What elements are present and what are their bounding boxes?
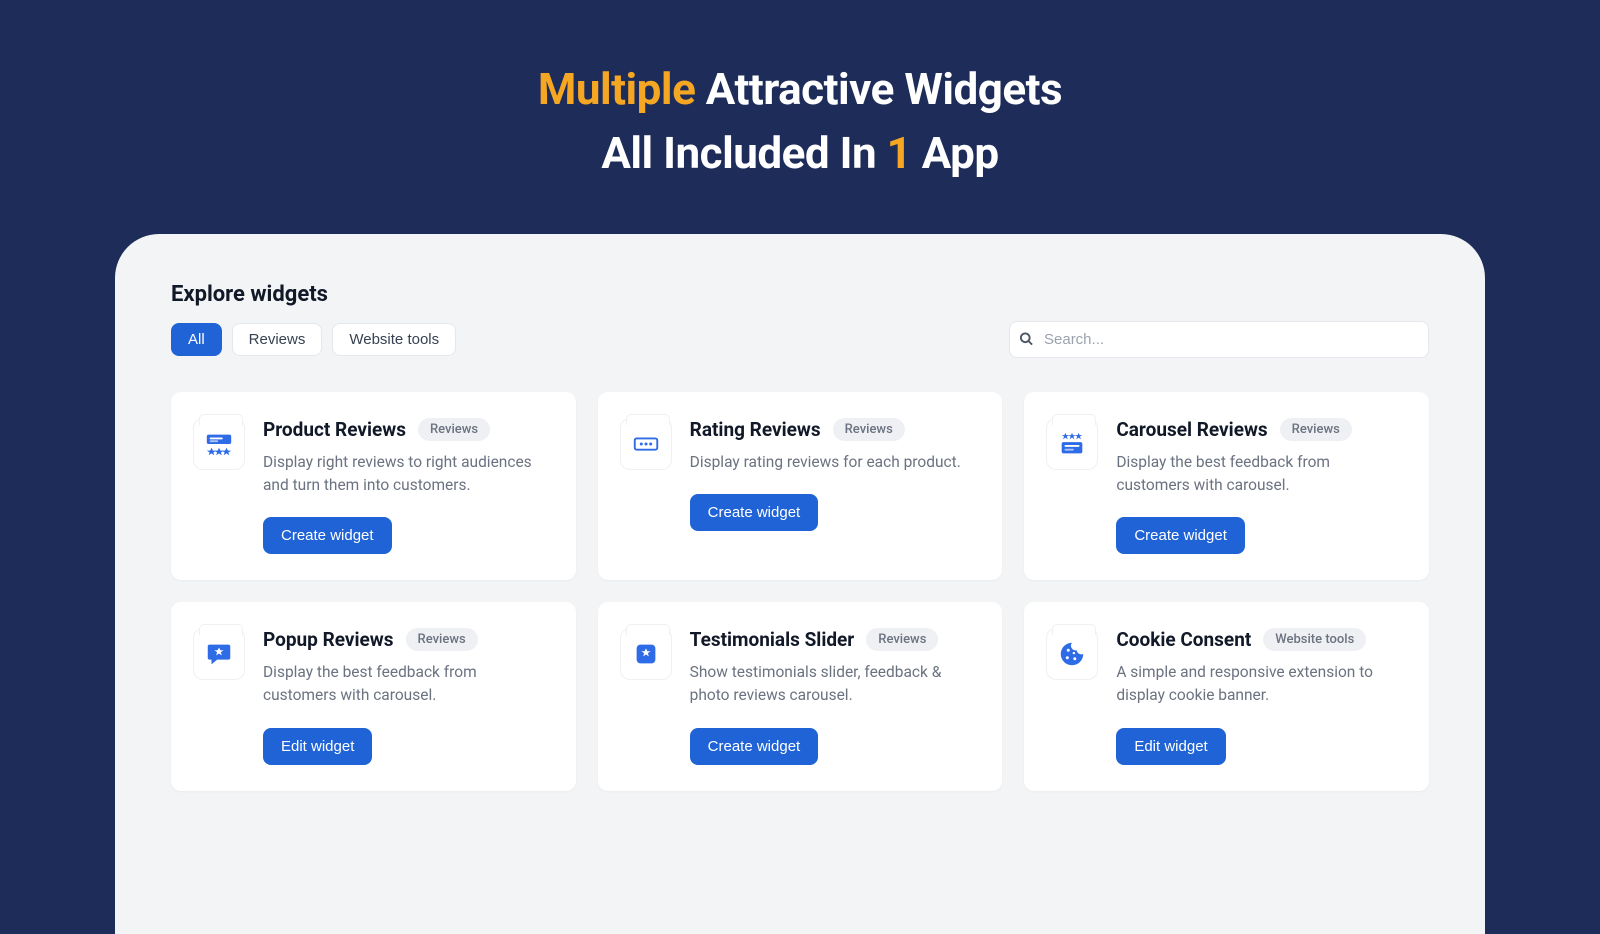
card-title: Popup Reviews (263, 628, 394, 651)
card-title: Carousel Reviews (1116, 418, 1267, 441)
testimonials-slider-icon (620, 628, 672, 680)
widgets-grid: Product Reviews Reviews Display right re… (171, 392, 1429, 791)
tab-all[interactable]: All (171, 323, 222, 356)
panel-title: Explore widgets (171, 282, 1429, 307)
toolbar: All Reviews Website tools (171, 321, 1429, 358)
search-icon (1019, 332, 1034, 347)
card-description: Display the best feedback from customers… (263, 661, 554, 708)
card-tag: Reviews (418, 418, 490, 441)
card-tag: Reviews (406, 628, 478, 651)
product-reviews-icon (193, 418, 245, 470)
search-input[interactable] (1009, 321, 1429, 358)
hero-header: Multiple Attractive Widgets All Included… (0, 0, 1600, 234)
card-description: Display rating reviews for each product. (690, 451, 981, 474)
card-title: Cookie Consent (1116, 628, 1251, 651)
widget-card: Rating Reviews Reviews Display rating re… (598, 392, 1003, 581)
widget-card: Product Reviews Reviews Display right re… (171, 392, 576, 581)
widget-card: Popup Reviews Reviews Display the best f… (171, 602, 576, 791)
create-widget-button[interactable]: Create widget (690, 494, 819, 531)
card-title: Testimonials Slider (690, 628, 855, 651)
hero-accent-1: Multiple (538, 63, 696, 115)
create-widget-button[interactable]: Create widget (1116, 517, 1245, 554)
create-widget-button[interactable]: Create widget (690, 728, 819, 765)
popup-reviews-icon (193, 628, 245, 680)
search-wrap (1009, 321, 1429, 358)
filter-tabs: All Reviews Website tools (171, 323, 456, 356)
card-description: Show testimonials slider, feedback & pho… (690, 661, 981, 708)
card-tag: Reviews (866, 628, 938, 651)
edit-widget-button[interactable]: Edit widget (1116, 728, 1225, 765)
card-tag: Website tools (1263, 628, 1366, 651)
card-description: Display the best feedback from customers… (1116, 451, 1407, 498)
widget-card: Cookie Consent Website tools A simple an… (1024, 602, 1429, 791)
card-description: A simple and responsive extension to dis… (1116, 661, 1407, 708)
cookie-consent-icon (1046, 628, 1098, 680)
hero-accent-2: 1 (887, 127, 912, 179)
card-description: Display right reviews to right audiences… (263, 451, 554, 498)
tab-website-tools[interactable]: Website tools (332, 323, 456, 356)
widget-card: Testimonials Slider Reviews Show testimo… (598, 602, 1003, 791)
rating-reviews-icon (620, 418, 672, 470)
hero-title: Multiple Attractive Widgets All Included… (0, 58, 1600, 186)
tab-reviews[interactable]: Reviews (232, 323, 323, 356)
card-title: Rating Reviews (690, 418, 821, 441)
widgets-panel: Explore widgets All Reviews Website tool… (115, 234, 1485, 934)
widget-card: Carousel Reviews Reviews Display the bes… (1024, 392, 1429, 581)
card-tag: Reviews (1280, 418, 1352, 441)
card-tag: Reviews (833, 418, 905, 441)
create-widget-button[interactable]: Create widget (263, 517, 392, 554)
edit-widget-button[interactable]: Edit widget (263, 728, 372, 765)
card-title: Product Reviews (263, 418, 406, 441)
carousel-reviews-icon (1046, 418, 1098, 470)
